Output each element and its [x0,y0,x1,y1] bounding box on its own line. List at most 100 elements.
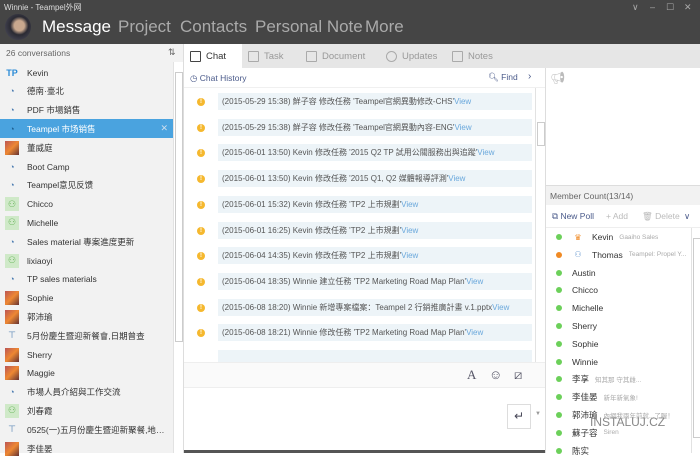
title-bar: Winnie - Teampel外网 ∨ – ☐ ✕ Message Proje… [0,0,700,44]
conversation-item[interactable]: ◔ PDF 市場銷售 [0,101,173,120]
photo-icon [5,347,19,362]
conversation-item[interactable]: ⚇ lixiaoyi [0,251,173,270]
minimize-button[interactable]: – [650,2,655,12]
conversation-item[interactable]: Sophie [0,289,173,308]
chevron-down-icon[interactable]: ∨ [684,211,690,222]
conversation-item[interactable]: ◔ Boot Camp [0,157,173,176]
member-item[interactable]: Chicco [546,281,691,299]
view-link[interactable]: View [454,123,471,132]
photo-icon [5,366,19,381]
member-item[interactable]: ⚇ Thomas Teampel: Propel Y... [546,246,691,264]
conversation-item[interactable]: ◔ Sales material 專案進度更新 [0,232,173,251]
sidebar-scrollbar[interactable] [173,62,183,453]
screenshot-icon[interactable]: ⧄ [514,367,522,383]
conversation-label: Maggie [27,368,55,379]
chat-history-label: Chat History [199,73,247,83]
conversation-item[interactable]: ◔ Teampel意见反馈 [0,176,173,195]
chat-history-link[interactable]: ◷ Chat History [190,73,247,84]
conversation-item[interactable]: TP Kevin [0,63,173,82]
find-label: Find [501,72,518,82]
conversation-item[interactable]: ◔ 德南·臺北 [0,82,173,101]
conversation-label: Boot Camp [27,161,70,172]
send-options-dropdown[interactable]: ▼ [535,411,541,417]
chat-scrollbar[interactable] [535,88,545,362]
member-item[interactable]: Sherry [546,317,691,335]
view-link[interactable]: View [466,277,483,286]
conversation-item[interactable]: ⚇ Chicco [0,195,173,214]
member-name: Thomas [592,249,623,260]
announcement-icon[interactable]: 📢︎ [550,71,565,85]
nav-personal-note[interactable]: Personal Note [255,17,363,37]
emoji-icon[interactable]: ☺ [489,367,502,382]
member-item[interactable]: 李享 知其那 守其雌... [546,370,691,388]
add-member-button[interactable]: + Add [606,211,628,221]
conversation-item[interactable]: ⚇ Michelle [0,213,173,232]
conversation-item[interactable]: 李佳晏 [0,439,173,458]
view-link[interactable]: View [401,200,418,209]
member-scrollbar[interactable] [691,228,700,453]
send-button[interactable]: ↵ [507,404,531,429]
member-item[interactable]: ♛ Kevin Gaaiho Sales [546,228,691,246]
conversation-item[interactable]: ⊤ 5月份慶生暨迎新餐會,日期曾查 [0,326,173,345]
new-poll-label: New Poll [560,211,594,221]
user-avatar[interactable] [5,14,31,40]
conversation-item[interactable]: ◔ TP sales materials [0,270,173,289]
member-item[interactable]: 李佳晏 新年新氣象! [546,388,691,406]
view-link[interactable]: View [401,251,418,260]
view-link[interactable]: View [477,148,494,157]
status-dot [556,429,562,436]
view-link[interactable]: View [401,226,418,235]
conversation-label: Michelle [27,217,59,228]
chat-icon: ◔ [9,123,15,134]
conversation-item[interactable]: ◔ Teampel 市场销售 ✕ [0,119,173,139]
conversation-item[interactable]: ⊤ 0525(一)五月份慶生暨迎新聚餐,地點買備... [0,420,173,439]
info-icon: ! [197,277,205,286]
member-item[interactable]: Sophie [546,335,691,353]
chevron-right-icon[interactable]: › [528,71,531,82]
view-link[interactable]: View [448,174,465,183]
tab-label: Chat [206,50,227,62]
status-dot [556,323,562,329]
member-item[interactable]: Austin [546,264,691,282]
menu-dropdown-button[interactable]: ∨ [632,2,639,13]
nav-project[interactable]: Project [118,17,171,37]
close-button[interactable]: ✕ [684,2,692,13]
conversation-item[interactable]: ◔ 市場人員介紹與工作交流 [0,383,173,402]
conversation-label: PDF 市場銷售 [27,105,81,116]
member-count-header: Member Count(13/14) [546,185,700,205]
font-icon[interactable]: A [467,367,476,383]
delete-member-button[interactable]: 🗑︎ Delete [642,211,680,222]
photo-icon [5,309,19,324]
nav-message[interactable]: Message [42,17,111,37]
member-item[interactable]: Michelle [546,299,691,317]
conversation-label: 刘春霞 [27,405,53,416]
view-link[interactable]: View [454,97,471,106]
message-text: (2015-06-01 13:50) Kevin 修改任務 '2015 Q2 T… [222,148,478,158]
conversation-item[interactable]: Maggie [0,364,173,383]
nav-more[interactable]: More [365,17,404,37]
member-item[interactable]: Winnie [546,353,691,371]
view-link[interactable]: View [466,328,483,337]
tab-task[interactable]: Task [242,44,300,68]
sort-icon[interactable]: ⇅ [168,47,176,58]
tab-notes[interactable]: Notes [446,44,516,68]
new-poll-button[interactable]: ⧉ New Poll [552,211,594,222]
view-link[interactable]: View [492,303,509,312]
conversation-item[interactable]: ⚇ 刘春霞 [0,401,173,420]
conversation-item[interactable]: 董威庭 [0,138,173,157]
status-dot [556,269,562,276]
member-name: Winnie [572,356,598,367]
conversation-item[interactable]: Sherry [0,345,173,364]
nav-contacts[interactable]: Contacts [180,17,247,37]
conversation-label: Teampel意见反馈 [27,180,94,191]
conversation-item[interactable]: 郭沛瑜 [0,307,173,326]
member-name: 李佳晏 [572,392,598,403]
find-button[interactable]: 🔍︎ Find [488,72,518,83]
tab-document[interactable]: Document [300,44,380,68]
close-icon[interactable]: ✕ [160,123,168,134]
maximize-button[interactable]: ☐ [666,2,674,13]
message-item: (2015-06-04 18:35) Winnie 建立任務 'TP2 Mark… [218,272,532,290]
message-input[interactable]: ↵ ▼ [184,389,545,450]
member-item[interactable]: 陈实 [546,442,691,460]
tab-chat[interactable]: Chat [184,44,242,68]
